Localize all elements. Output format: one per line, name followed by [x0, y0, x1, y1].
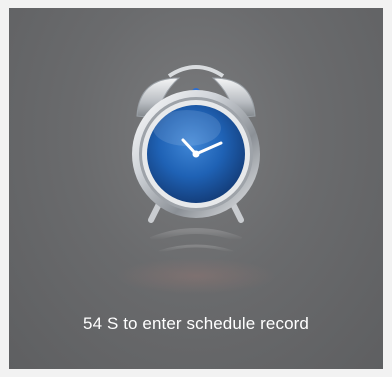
schedule-record-dialog: 54 S to enter schedule record [9, 8, 383, 369]
alarm-clock-icon [9, 8, 383, 308]
countdown-message: 54 S to enter schedule record [83, 314, 309, 333]
